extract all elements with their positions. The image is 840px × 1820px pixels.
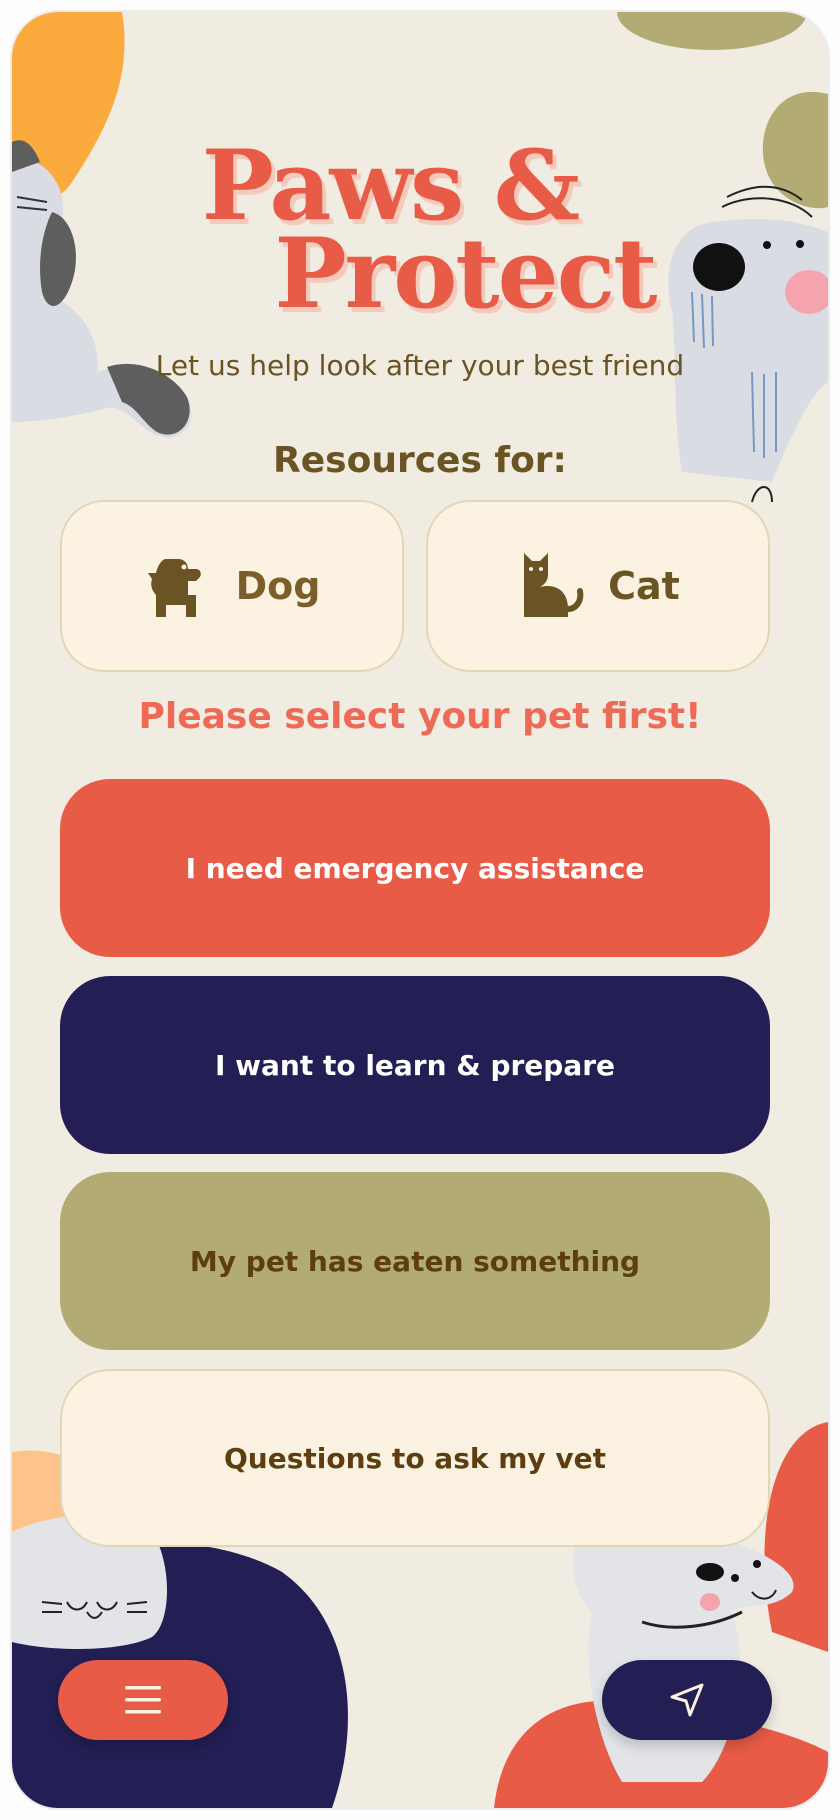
app-title-line2: Protect [274,217,657,330]
vet-questions-button[interactable]: Questions to ask my vet [60,1369,770,1547]
cat-button[interactable]: Cat [426,500,770,672]
app-title: Paws & Protect [12,138,828,330]
send-button[interactable] [602,1660,772,1740]
dog-icon [147,559,201,617]
dog-button-label: Dog [235,564,321,608]
olive-blob-top-right [617,12,807,50]
cat-button-label: Cat [608,564,680,608]
resources-heading: Resources for: [273,440,567,481]
coral-blob-right [764,1422,828,1652]
dog-button[interactable]: Dog [60,500,404,672]
learn-prepare-button[interactable]: I want to learn & prepare [60,976,770,1154]
select-pet-warning: Please select your pet first! [138,696,702,737]
send-icon [670,1683,704,1717]
cat-icon [524,553,584,617]
app-subtitle: Let us help look after your best friend [155,349,685,382]
emergency-assistance-button[interactable]: I need emergency assistance [60,779,770,957]
menu-button[interactable] [58,1660,228,1740]
menu-icon [125,1686,161,1714]
pet-ate-something-button[interactable]: My pet has eaten something [60,1172,770,1350]
app-screen: Paws & Protect Let us help look after yo… [12,12,828,1808]
